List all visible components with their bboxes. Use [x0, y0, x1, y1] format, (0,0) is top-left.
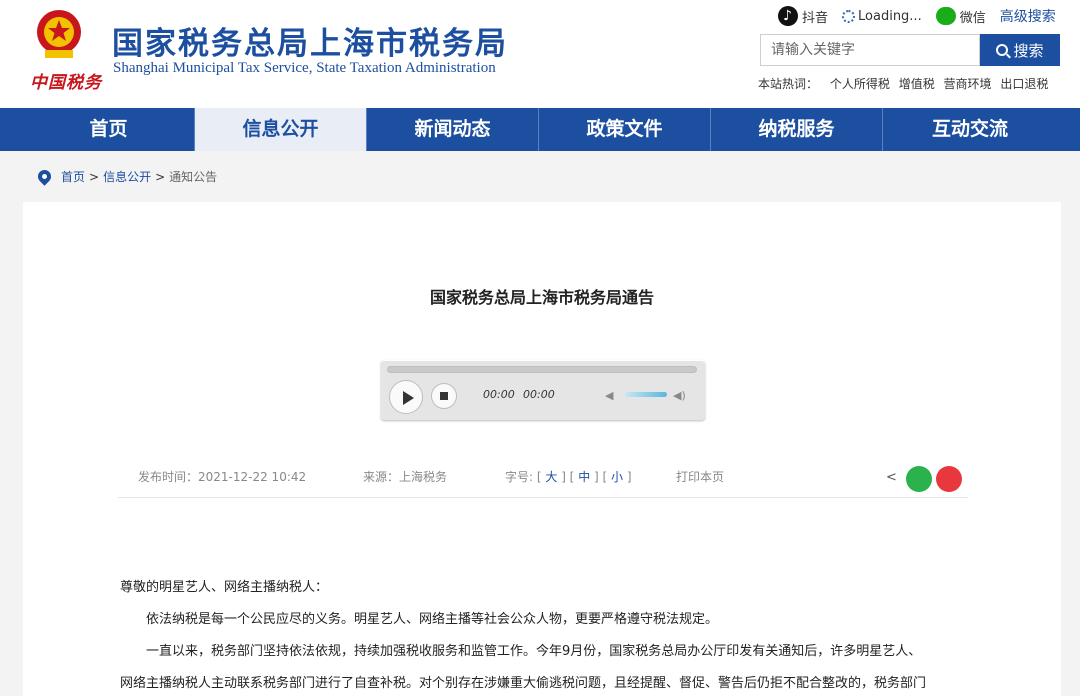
douyin-icon [778, 6, 798, 26]
hot-word-link[interactable]: 个人所得税 [830, 77, 890, 91]
nav-item-interaction[interactable]: 互动交流 [883, 108, 1057, 151]
douyin-label: 抖音 [802, 10, 829, 26]
stop-button[interactable] [431, 383, 457, 409]
article-paragraph: 尊敬的明星艺人、网络主播纳税人： [120, 580, 329, 595]
search-icon [996, 44, 1009, 56]
nav-item-news[interactable]: 新闻动态 [367, 108, 539, 151]
font-size-control: 字号: [ 大 ] [ 中 ] [ 小 ] [505, 470, 632, 484]
article-title: 国家税务总局上海市税务局通告 [429, 288, 654, 307]
audio-player: 00:00 00:00 ◀ ◀) [381, 360, 705, 420]
breadcrumb-separator: > [89, 169, 100, 184]
hot-word-link[interactable]: 营商环境 [944, 77, 992, 91]
hot-word-link[interactable]: 出口退税 [1000, 77, 1048, 91]
nav-item-tax-service[interactable]: 纳税服务 [711, 108, 883, 151]
search-button-label: 搜索 [1013, 41, 1044, 60]
location-pin-icon [35, 167, 54, 186]
national-emblem-icon [37, 10, 81, 58]
breadcrumb-current: 通知公告 [169, 170, 218, 184]
breadcrumb: 首页 > 信息公开 > 通知公告 [35, 167, 218, 186]
article-paragraph: 一直以来，税务部门坚持依法依规，持续加强税收服务和监管工作。今年9月份，国家税务… [146, 644, 922, 659]
volume-slider[interactable] [625, 392, 667, 397]
breadcrumb-separator: > [155, 169, 166, 184]
nav-item-info-disclosure[interactable]: 信息公开 [195, 108, 367, 151]
font-size-medium[interactable]: 中 [578, 470, 590, 484]
share-bar [886, 466, 966, 492]
font-size-small[interactable]: 小 [611, 470, 623, 484]
font-size-label: 字号: [505, 470, 534, 484]
loading-label: Loading... [858, 8, 922, 24]
article-panel: 国家税务总局上海市税务局通告 00:00 00:00 ◀ ◀) 发布时间：202… [23, 202, 1061, 696]
loading-widget: Loading... [842, 9, 922, 24]
audio-current-time: 00:00 [483, 388, 515, 401]
article-paragraph: 依法纳税是每一个公民应尽的义务。明星艺人、网络主播等社会公众人物，更要严格遵守税… [146, 612, 719, 627]
article-body: 尊敬的明星艺人、网络主播纳税人： 依法纳税是每一个公民应尽的义务。明星艺人、网络… [120, 572, 980, 696]
publish-time: 发布时间：2021-12-22 10:42 [138, 470, 307, 484]
search-input[interactable]: 请输入关键字 [760, 34, 980, 66]
font-size-large[interactable]: 大 [545, 470, 557, 484]
site-header: 中国税务 国家税务总局上海市税务局 Shanghai Municipal Tax… [0, 0, 1080, 108]
nav-item-home[interactable]: 首页 [23, 108, 195, 151]
audio-progress-bar[interactable] [387, 366, 697, 373]
search-button[interactable]: 搜索 [980, 34, 1060, 66]
breadcrumb-home[interactable]: 首页 [61, 168, 85, 185]
loading-icon [842, 9, 856, 23]
site-subtitle: Shanghai Municipal Tax Service, State Ta… [113, 60, 496, 76]
wechat-link[interactable]: 微信 [935, 7, 986, 26]
nav-item-policy[interactable]: 政策文件 [539, 108, 711, 151]
wechat-icon [935, 7, 956, 25]
article-source: 来源：上海税务 [363, 470, 448, 484]
hot-words-label: 本站热词： [758, 77, 819, 91]
tax-logo-text: 中国税务 [30, 73, 102, 93]
advanced-search-link[interactable]: 高级搜索 [1000, 6, 1056, 26]
breadcrumb-info[interactable]: 信息公开 [103, 168, 151, 185]
wechat-share-icon[interactable] [906, 466, 932, 492]
article-paragraph: 网络主播纳税人主动联系税务部门进行了自查补税。对个别存在涉嫌重大偷逃税问题，且经… [120, 676, 927, 691]
top-links: 抖音 Loading... 微信 高级搜索 [778, 6, 1056, 26]
wechat-label: 微信 [959, 10, 986, 26]
main-nav: 首页 信息公开 新闻动态 政策文件 纳税服务 互动交流 [0, 108, 1080, 151]
volume-low-icon[interactable]: ◀ [605, 389, 613, 402]
volume-high-icon[interactable]: ◀) [673, 389, 686, 402]
douyin-link[interactable]: 抖音 [778, 6, 828, 26]
meta-divider [118, 497, 968, 498]
play-button[interactable] [389, 380, 423, 414]
hot-word-link[interactable]: 增值税 [899, 77, 935, 91]
hot-words: 本站热词： 个人所得税 增值税 营商环境 出口退税 [758, 75, 1053, 92]
audio-duration: 00:00 [523, 388, 555, 401]
article-meta: 发布时间：2021-12-22 10:42 来源：上海税务 字号: [ 大 ] … [138, 468, 968, 496]
print-page-link[interactable]: 打印本页 [676, 468, 724, 485]
weibo-share-icon[interactable] [936, 466, 962, 492]
site-title[interactable]: 国家税务总局上海市税务局 [112, 18, 508, 63]
share-icon[interactable] [886, 470, 900, 486]
